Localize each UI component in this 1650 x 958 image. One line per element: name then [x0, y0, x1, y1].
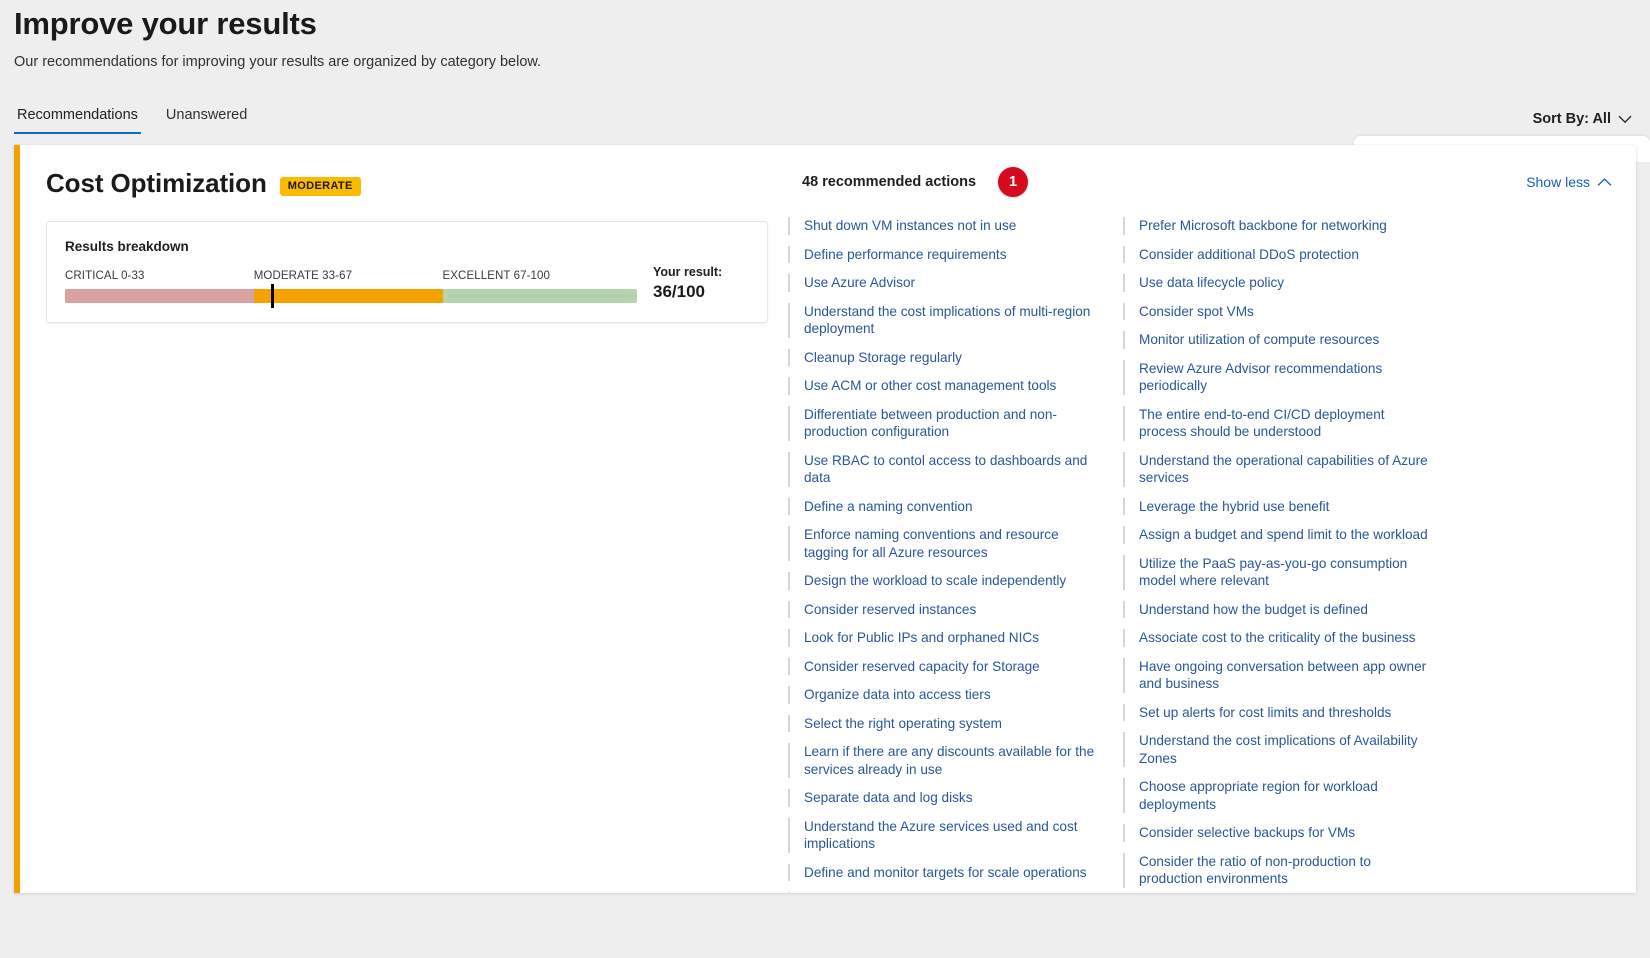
your-result-value: 36/100: [653, 282, 705, 301]
tab-list: Recommendations Unanswered: [14, 106, 250, 134]
page-subtitle: Our recommendations for improving your r…: [14, 54, 542, 70]
show-less-label: Show less: [1526, 174, 1590, 190]
recommended-actions-count: 48 recommended actions: [802, 174, 977, 190]
page-title: Improve your results: [14, 6, 317, 41]
recommended-action-link[interactable]: Consider additional DDoS protection: [1123, 245, 1438, 263]
recommended-action-link[interactable]: Cleanup Storage regularly: [788, 348, 1103, 366]
actions-count-group: 48 recommended actions 1: [788, 167, 1029, 197]
recommended-action-link[interactable]: Monitor utilization of compute resources: [1123, 331, 1438, 349]
recommended-action-link[interactable]: Consider reserved instances: [788, 600, 1103, 618]
score-marker: [270, 284, 274, 308]
meter-segment-excellent: [442, 289, 637, 303]
recommended-action-link[interactable]: Design the workload to scale independent…: [788, 572, 1103, 590]
recommended-action-link[interactable]: Define a naming convention: [788, 497, 1103, 515]
page-header: Improve your results Our recommendations…: [0, 0, 1650, 71]
tab-unanswered[interactable]: Unanswered: [163, 106, 250, 134]
recommended-action-link[interactable]: Differentiate between production and non…: [788, 405, 1103, 441]
recommended-action-link[interactable]: Enforce naming conventions and resource …: [788, 526, 1103, 561]
recommended-action-link[interactable]: The entire end-to-end CI/CD deployment p…: [1123, 405, 1438, 441]
recommended-action-link[interactable]: Have ongoing conversation between app ow…: [1123, 657, 1438, 693]
recommended-action-link[interactable]: Select the right operating system: [788, 714, 1103, 732]
recommended-action-link[interactable]: Define and monitor targets for scale ope…: [788, 863, 1103, 881]
actions-header: 48 recommended actions 1 Show less: [788, 167, 1614, 197]
score-meter: CRITICAL 0-33 MODERATE 33-67 EXCELLENT 6…: [65, 270, 637, 308]
recommended-action-link[interactable]: Understand the cost implications of Avai…: [1123, 732, 1438, 767]
recommended-action-link[interactable]: Understand how the budget is defined: [1123, 600, 1438, 618]
recommended-action-link[interactable]: Consider spot VMs: [1123, 302, 1438, 320]
recommended-action-link[interactable]: Utilize the PaaS pay-as-you-go consumpti…: [1123, 554, 1438, 590]
recommended-action-link[interactable]: Consider reserved capacity for Storage: [788, 657, 1103, 675]
recommended-action-link[interactable]: Consider selective backups for VMs: [1123, 824, 1438, 842]
meter-segment-moderate: [253, 289, 443, 303]
show-less-button[interactable]: Show less: [1526, 174, 1612, 190]
results-breakdown-title: Results breakdown: [65, 239, 189, 254]
sort-by-label: Sort By: All: [1532, 111, 1611, 127]
recommended-action-link[interactable]: Associate cost to the criticality of the…: [1123, 629, 1438, 647]
card-left-pane: Cost Optimization MODERATE Results break…: [20, 145, 780, 893]
your-result-label: Your result:: [653, 265, 723, 279]
meter-segment-critical: [65, 289, 254, 303]
recommended-action-link[interactable]: Separate data and log disks: [788, 789, 1103, 807]
recommended-action-link[interactable]: Consider the ratio of non-production to …: [1123, 852, 1438, 888]
recommended-action-link[interactable]: Use RBAC to contol access to dashboards …: [788, 451, 1103, 487]
recommended-action-link[interactable]: Learn if there are any discounts availab…: [788, 743, 1103, 778]
meter-label-critical: CRITICAL 0-33: [65, 270, 145, 282]
recommended-action-link[interactable]: Leverage the hybrid use benefit: [1123, 497, 1438, 515]
recommended-action-link[interactable]: Use Azure Advisor: [788, 274, 1103, 292]
recommended-action-link[interactable]: Use ACM or other cost management tools: [788, 377, 1103, 395]
status-badge: MODERATE: [279, 176, 361, 196]
recommended-action-link[interactable]: Understand the cost implications of mult…: [788, 302, 1103, 338]
tab-recommendations[interactable]: Recommendations: [14, 106, 141, 134]
score-meter-labels: CRITICAL 0-33 MODERATE 33-67 EXCELLENT 6…: [65, 270, 637, 286]
recommended-action-link[interactable]: Understand the Azure services used and c…: [788, 817, 1103, 853]
category-header: Cost Optimization MODERATE: [46, 167, 780, 199]
recommended-action-link[interactable]: Review Azure Advisor recommendations per…: [1123, 359, 1438, 395]
recommended-action-link[interactable]: Choose appropriate region for workload d…: [1123, 778, 1438, 813]
tabs-row: Recommendations Unanswered Sort By: All: [0, 102, 1650, 134]
recommended-action-link[interactable]: Organize data into access tiers: [788, 686, 1103, 704]
recommended-action-link[interactable]: Prefer Microsoft backbone for networking: [1123, 217, 1438, 235]
chevron-up-icon: [1597, 177, 1612, 187]
recommended-action-link[interactable]: Set up alerts for cost limits and thresh…: [1123, 703, 1438, 721]
category-title: Cost Optimization: [46, 168, 267, 198]
results-breakdown-body: CRITICAL 0-33 MODERATE 33-67 EXCELLENT 6…: [65, 264, 749, 308]
sort-by-dropdown[interactable]: Sort By: All: [1533, 111, 1632, 134]
category-card-cost-optimization: Cost Optimization MODERATE Results break…: [14, 145, 1636, 893]
results-breakdown-panel: Results breakdown CRITICAL 0-33 MODERATE…: [46, 221, 768, 323]
recommended-action-link[interactable]: Consider B-series VMs: [788, 892, 1103, 893]
recommended-actions-column-right: Prefer Microsoft backbone for networking…: [1123, 217, 1438, 893]
meter-label-excellent: EXCELLENT 67-100: [442, 270, 551, 282]
recommended-action-link[interactable]: Look for Public IPs and orphaned NICs: [788, 629, 1103, 647]
recommended-actions-columns: Shut down VM instances not in use Define …: [788, 217, 1614, 893]
chevron-down-icon: [1618, 115, 1632, 124]
card-right-pane: 48 recommended actions 1 Show less Shut …: [780, 145, 1636, 893]
meter-label-moderate: MODERATE 33-67: [253, 270, 353, 282]
recommended-action-link[interactable]: Shut down VM instances not in use: [788, 217, 1103, 235]
recommended-action-link[interactable]: Use data lifecycle policy: [1123, 274, 1438, 292]
score-meter-bar: [65, 284, 637, 308]
your-result: Your result: 36/100: [653, 264, 749, 303]
recommended-actions-column-left: Shut down VM instances not in use Define …: [788, 217, 1103, 893]
recommended-action-link[interactable]: Define performance requirements: [788, 245, 1103, 263]
recommended-action-link[interactable]: Assign a budget and spend limit to the w…: [1123, 526, 1438, 544]
status-badge-count: 1: [998, 167, 1029, 197]
recommended-action-link[interactable]: Understand the operational capabilities …: [1123, 451, 1438, 487]
